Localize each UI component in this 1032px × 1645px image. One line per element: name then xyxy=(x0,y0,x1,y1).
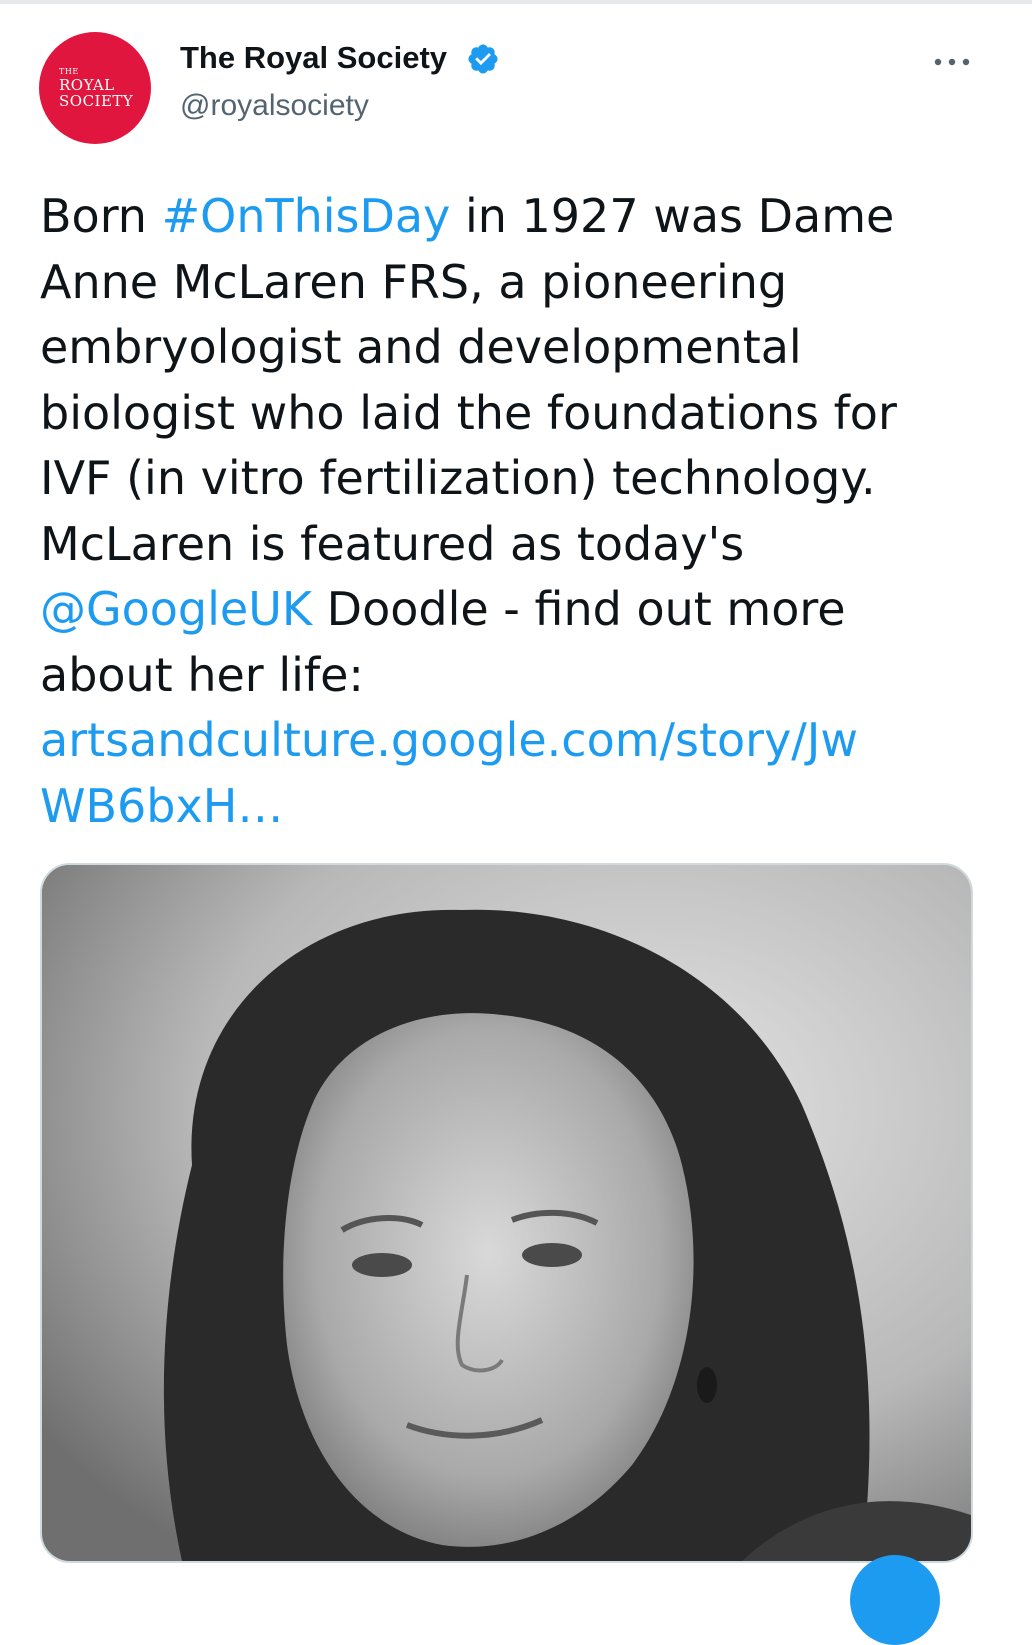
tweet-line: McLaren is featured as today's xyxy=(40,516,745,571)
url-link-continued[interactable]: WB6bxH… xyxy=(40,779,283,833)
user-handle[interactable]: @royalsociety xyxy=(180,89,369,123)
tweet-line: IVF (in vitro fertilization) technology. xyxy=(40,451,876,505)
tweet-line: biologist who laid the foundations for xyxy=(40,385,897,440)
tweet-line: artsandculture.google.com/story/Jw xyxy=(40,708,990,774)
hashtag-link[interactable]: #OnThisDay xyxy=(162,189,451,243)
avatar-text-the: THE xyxy=(59,67,79,76)
tweet-line: Born #OnThisDay in 1927 was Dame xyxy=(40,184,990,250)
tweet-text-segment: Doodle - find out more xyxy=(312,582,846,636)
tweet-text: Born #OnThisDay in 1927 was Dame Anne Mc… xyxy=(40,184,990,839)
tweet-line: embryologist and developmental xyxy=(40,320,802,374)
tweet-text-segment: Born xyxy=(40,189,162,243)
mention-link[interactable]: @GoogleUK xyxy=(40,582,312,636)
tweet-media-image[interactable] xyxy=(40,863,973,1563)
portrait-photo xyxy=(42,865,971,1561)
url-link[interactable]: artsandculture.google.com/story/Jw xyxy=(40,713,858,767)
avatar-text-society: SOCIETY xyxy=(59,92,134,110)
tweet-line: @GoogleUK Doodle - find out more xyxy=(40,577,990,643)
tweet-line: WB6bxH… xyxy=(40,774,990,840)
tweet-header: THE ROYAL SOCIETY The Royal Society @roy… xyxy=(0,0,1032,160)
verified-badge-icon xyxy=(468,44,498,74)
display-name[interactable]: The Royal Society xyxy=(180,40,447,76)
tweet-line: about her life: xyxy=(40,647,364,702)
compose-tweet-button[interactable] xyxy=(850,1555,940,1645)
tweet-text-segment: in 1927 was Dame xyxy=(450,189,895,243)
tweet-line: Anne McLaren FRS, a pioneering xyxy=(40,254,788,309)
more-options-icon[interactable] xyxy=(930,52,974,72)
avatar[interactable]: THE ROYAL SOCIETY xyxy=(39,32,151,144)
